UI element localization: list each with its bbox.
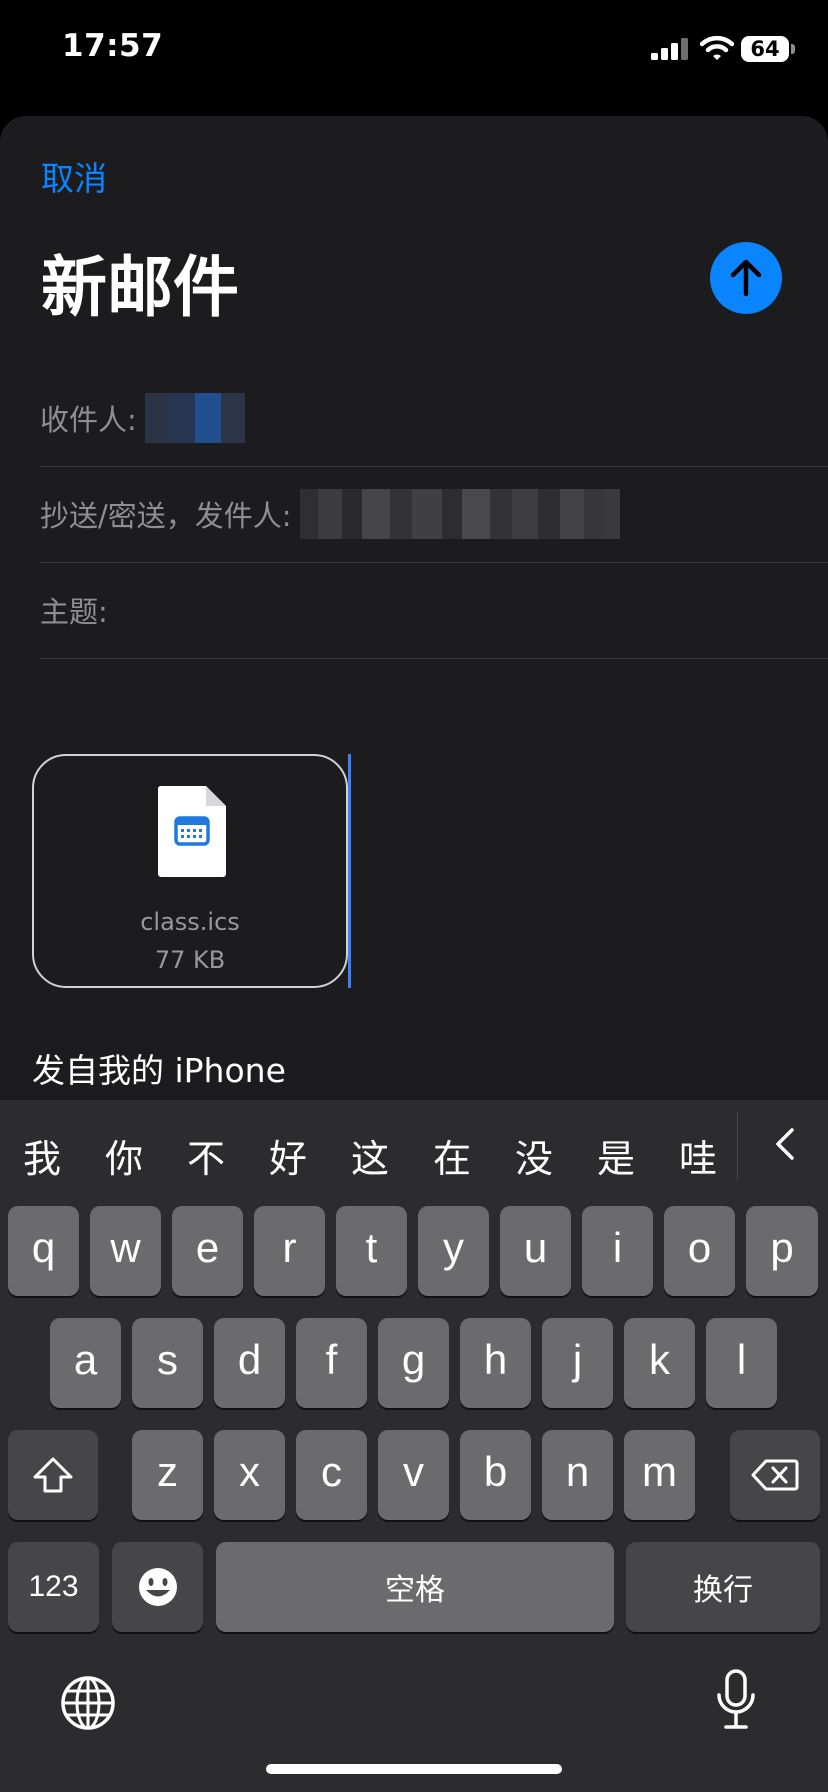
key-k[interactable]: k bbox=[624, 1318, 695, 1408]
redacted-sender bbox=[299, 489, 620, 539]
key-r[interactable]: r bbox=[254, 1206, 325, 1296]
key-j[interactable]: j bbox=[542, 1318, 613, 1408]
globe-icon[interactable] bbox=[60, 1675, 116, 1731]
shift-key[interactable] bbox=[8, 1430, 98, 1520]
key-u[interactable]: u bbox=[500, 1206, 571, 1296]
cellular-signal-icon bbox=[651, 38, 688, 60]
key-y[interactable]: y bbox=[418, 1206, 489, 1296]
key-a[interactable]: a bbox=[50, 1318, 121, 1408]
key-o[interactable]: o bbox=[664, 1206, 735, 1296]
key-s[interactable]: s bbox=[132, 1318, 203, 1408]
text-cursor bbox=[348, 754, 351, 988]
arrow-up-icon bbox=[730, 259, 762, 297]
attachment-card[interactable]: class.ics 77 KB bbox=[32, 754, 348, 988]
cancel-button[interactable]: 取消 bbox=[41, 152, 107, 200]
backspace-icon bbox=[751, 1459, 799, 1491]
key-q[interactable]: q bbox=[8, 1206, 79, 1296]
home-indicator[interactable] bbox=[266, 1764, 562, 1774]
return-key[interactable]: 换行 bbox=[626, 1542, 820, 1632]
keyboard: 我 你 不 好 这 在 没 是 哇 q w e r t y u i o p a … bbox=[0, 1100, 828, 1792]
key-n[interactable]: n bbox=[542, 1430, 613, 1520]
key-f[interactable]: f bbox=[296, 1318, 367, 1408]
key-m[interactable]: m bbox=[624, 1430, 695, 1520]
key-i[interactable]: i bbox=[582, 1206, 653, 1296]
candidate-word[interactable]: 不 bbox=[181, 1128, 231, 1183]
emoji-icon bbox=[138, 1568, 177, 1606]
key-g[interactable]: g bbox=[378, 1318, 449, 1408]
key-d[interactable]: d bbox=[214, 1318, 285, 1408]
key-x[interactable]: x bbox=[214, 1430, 285, 1520]
candidate-word[interactable]: 是 bbox=[591, 1128, 641, 1183]
candidate-word[interactable]: 没 bbox=[509, 1128, 559, 1183]
candidate-bar: 我 你 不 好 这 在 没 是 哇 bbox=[0, 1100, 828, 1194]
battery-cap bbox=[791, 44, 795, 54]
key-p[interactable]: p bbox=[746, 1206, 818, 1296]
candidate-word[interactable]: 你 bbox=[99, 1128, 149, 1183]
candidate-word[interactable]: 哇 bbox=[673, 1128, 723, 1183]
key-w[interactable]: w bbox=[90, 1206, 161, 1296]
key-z[interactable]: z bbox=[132, 1430, 203, 1520]
key-c[interactable]: c bbox=[296, 1430, 367, 1520]
wifi-icon bbox=[700, 35, 734, 60]
status-bar: 17:57 64 bbox=[0, 0, 828, 100]
email-body-signature[interactable]: 发自我的 iPhone bbox=[32, 1044, 286, 1092]
attachment-name: class.ics bbox=[140, 908, 240, 936]
space-key[interactable]: 空格 bbox=[216, 1542, 614, 1632]
shift-icon bbox=[33, 1457, 73, 1493]
numbers-key[interactable]: 123 bbox=[8, 1542, 99, 1632]
candidate-word[interactable]: 好 bbox=[263, 1128, 313, 1183]
key-h[interactable]: h bbox=[460, 1318, 531, 1408]
cc-bcc-from-field[interactable]: 抄送/密送，发件人: bbox=[40, 466, 828, 563]
send-button[interactable] bbox=[710, 242, 782, 314]
candidate-word[interactable]: 这 bbox=[345, 1128, 395, 1183]
candidate-divider bbox=[737, 1112, 738, 1180]
to-field[interactable]: 收件人: bbox=[40, 370, 828, 467]
emoji-key[interactable] bbox=[112, 1542, 203, 1632]
backspace-key[interactable] bbox=[730, 1430, 820, 1520]
microphone-icon[interactable] bbox=[714, 1668, 758, 1732]
redacted-recipient bbox=[144, 393, 245, 443]
key-b[interactable]: b bbox=[460, 1430, 531, 1520]
chevron-left-icon[interactable] bbox=[770, 1124, 800, 1164]
subject-field[interactable]: 主题: bbox=[40, 562, 828, 659]
candidate-word[interactable]: 我 bbox=[17, 1128, 67, 1183]
candidate-word[interactable]: 在 bbox=[427, 1128, 477, 1183]
compose-sheet: 取消 新邮件 收件人: 抄送/密送，发件人: 主题: class.ics 77 … bbox=[0, 116, 828, 1116]
key-v[interactable]: v bbox=[378, 1430, 449, 1520]
calendar-file-icon bbox=[157, 786, 226, 877]
attachment-size: 77 KB bbox=[154, 946, 226, 974]
mail-compose-screen: 17:57 64 取消 新邮件 收件人: 抄送/密送，发件人: 主题: clas… bbox=[0, 0, 828, 1792]
battery-level: 64 bbox=[741, 36, 789, 62]
page-title: 新邮件 bbox=[41, 249, 239, 326]
subject-label: 主题: bbox=[40, 595, 108, 629]
status-time: 17:57 bbox=[62, 28, 164, 64]
to-label: 收件人: bbox=[40, 403, 137, 437]
cc-bcc-from-label: 抄送/密送，发件人: bbox=[40, 499, 292, 533]
key-l[interactable]: l bbox=[706, 1318, 777, 1408]
key-e[interactable]: e bbox=[172, 1206, 243, 1296]
key-t[interactable]: t bbox=[336, 1206, 407, 1296]
